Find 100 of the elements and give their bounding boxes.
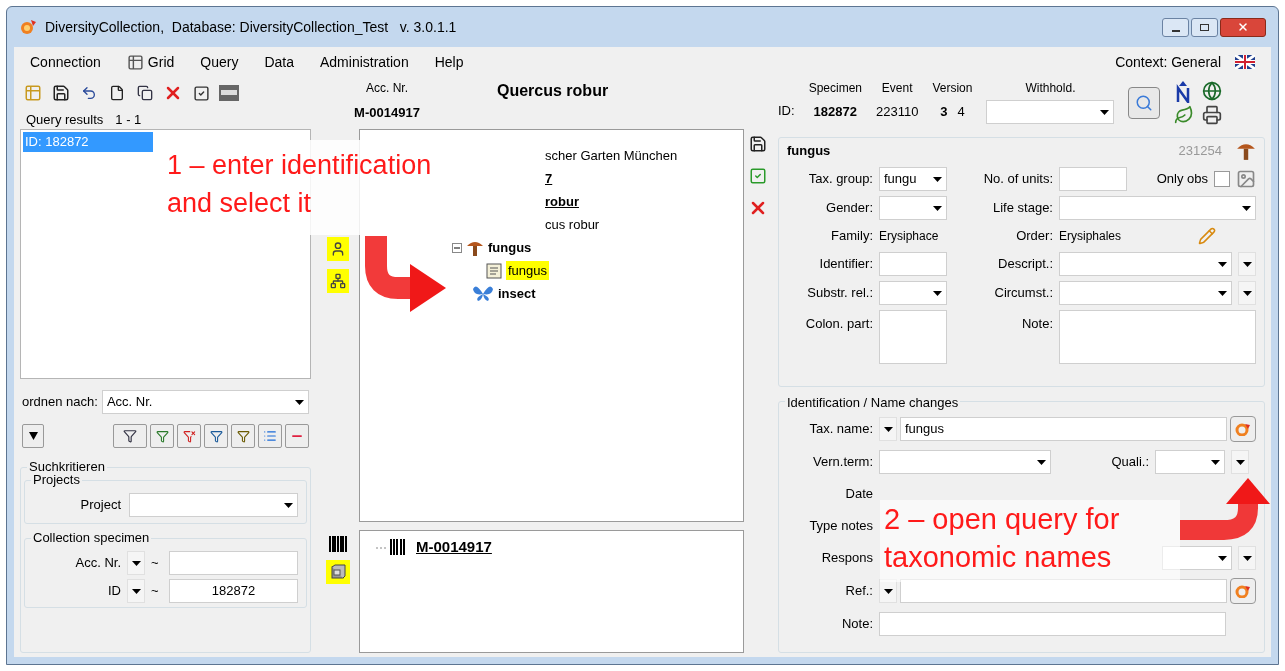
caret-icon [1100, 109, 1110, 115]
tree-item[interactable]: 7 [545, 168, 553, 189]
minus-icon [454, 244, 460, 251]
box-button[interactable] [326, 560, 350, 584]
field-label: Quali.: [1110, 453, 1149, 472]
undo-icon [81, 85, 97, 101]
dropdown-button[interactable] [1238, 281, 1256, 305]
dropdown-button[interactable] [879, 417, 897, 441]
field-label: Tax. name: [808, 420, 873, 439]
close-icon [1237, 21, 1249, 33]
input-field[interactable] [900, 579, 1227, 603]
filter-plus-button[interactable] [204, 424, 228, 448]
field-label: Specimen [808, 80, 862, 97]
family-value: Erysiphace [879, 228, 940, 245]
field-label: Event [881, 80, 913, 97]
query-button[interactable] [1230, 578, 1256, 604]
caret-icon [1211, 459, 1220, 465]
input-field[interactable]: 182872 [169, 579, 298, 603]
caret-icon [1235, 459, 1245, 465]
group-title: Projects [31, 472, 82, 488]
query-icon [24, 84, 42, 102]
caret-icon [1242, 555, 1252, 561]
caret-icon [1242, 290, 1252, 296]
dropdown-button[interactable] [879, 579, 897, 603]
result-count: 1 - 1 [115, 110, 142, 129]
field-label: Only obs [1156, 170, 1208, 189]
caret-icon [883, 588, 893, 594]
save-icon [52, 84, 70, 102]
form-search-button[interactable] [1128, 87, 1161, 119]
tree-item[interactable]: cus robur [545, 214, 600, 235]
expand-toggle[interactable] [452, 242, 462, 253]
app-logo-icon [19, 18, 37, 36]
accession-number: M-0014917 [354, 104, 420, 122]
dropdown-button[interactable] [127, 579, 145, 603]
list-icon [263, 429, 277, 443]
input-field[interactable] [1059, 167, 1127, 191]
field-label: Vern.term: [812, 453, 873, 472]
field-label: Order: [1015, 227, 1053, 246]
checkbox-icon [192, 84, 210, 102]
field-label: Respons [820, 549, 873, 568]
field-label: Note: [1020, 315, 1053, 333]
filter-add-button[interactable] [150, 424, 174, 448]
filter-remove-button[interactable] [177, 424, 201, 448]
minimize-button[interactable] [1162, 17, 1189, 37]
input-field[interactable] [879, 612, 1226, 636]
dropdown-button[interactable] [1238, 252, 1256, 276]
field-label: ordnen nach: [22, 393, 98, 412]
order-value: Erysiphales [1059, 228, 1122, 245]
menu-item[interactable]: Help [434, 51, 464, 73]
pencil-icon[interactable] [1198, 227, 1216, 245]
caret-icon [883, 426, 893, 432]
caret-icon [1037, 459, 1046, 465]
maximize-button[interactable] [1191, 17, 1218, 37]
person-button[interactable] [327, 237, 349, 261]
checkbox[interactable] [1214, 171, 1230, 187]
unit-id: 231254 [1178, 142, 1222, 161]
remove-button[interactable] [285, 424, 309, 448]
dropdown-button[interactable] [127, 551, 145, 575]
hierarchy-button[interactable] [327, 269, 349, 293]
menu-item[interactable]: Data [264, 51, 294, 73]
input-field[interactable]: fungus [900, 417, 1227, 441]
tree-item[interactable]: scher Garten München [545, 145, 678, 166]
tree-item[interactable]: fungus [488, 237, 532, 258]
dropdown[interactable]: fungu [879, 167, 947, 191]
dropdown-button[interactable] [1238, 546, 1256, 570]
globe-icon [1202, 81, 1223, 101]
dropdown-button[interactable] [1231, 450, 1249, 474]
caret-icon [1218, 555, 1227, 561]
dropdown[interactable]: Acc. Nr. [101, 390, 309, 414]
close-button[interactable] [1220, 17, 1266, 37]
callout: 2 – open query for taxonomic names [880, 500, 1180, 582]
id-value: 223110 [876, 103, 919, 121]
caret-icon [284, 502, 293, 508]
input-field[interactable] [879, 252, 947, 276]
triangle-icon [28, 432, 38, 440]
panel-button[interactable] [218, 82, 240, 104]
query-button[interactable] [1230, 416, 1256, 442]
filter-icon [236, 429, 250, 443]
menu-item[interactable]: Connection [30, 51, 101, 73]
tree-item[interactable]: M-0014917 [416, 535, 492, 559]
filter-button[interactable] [113, 424, 147, 448]
input-field[interactable] [169, 551, 298, 575]
menu-item[interactable]: Grid [126, 51, 175, 73]
menu-item[interactable]: Administration [320, 51, 409, 73]
field-label: Ref.: [844, 582, 873, 601]
tree-item[interactable]: fungus [506, 260, 550, 281]
menu-item[interactable]: Query [200, 51, 239, 73]
field-label: Descript.: [997, 255, 1053, 274]
caret-icon [131, 560, 141, 566]
barcode-icon [329, 536, 347, 552]
expand-button[interactable] [22, 424, 44, 448]
query-icon [1235, 584, 1251, 598]
tree-item[interactable]: insect [498, 283, 536, 304]
filter-save-button[interactable] [231, 424, 255, 448]
tree-item[interactable]: robur [545, 191, 579, 212]
field-label: Family: [830, 227, 873, 246]
window-title: DiversityCollection, Database: DiversityCollection_Test v. 3.0.1.1 [45, 17, 457, 37]
id-value: 3 [940, 103, 948, 121]
list-button[interactable] [258, 424, 282, 448]
mushroom-icon [1236, 141, 1256, 161]
